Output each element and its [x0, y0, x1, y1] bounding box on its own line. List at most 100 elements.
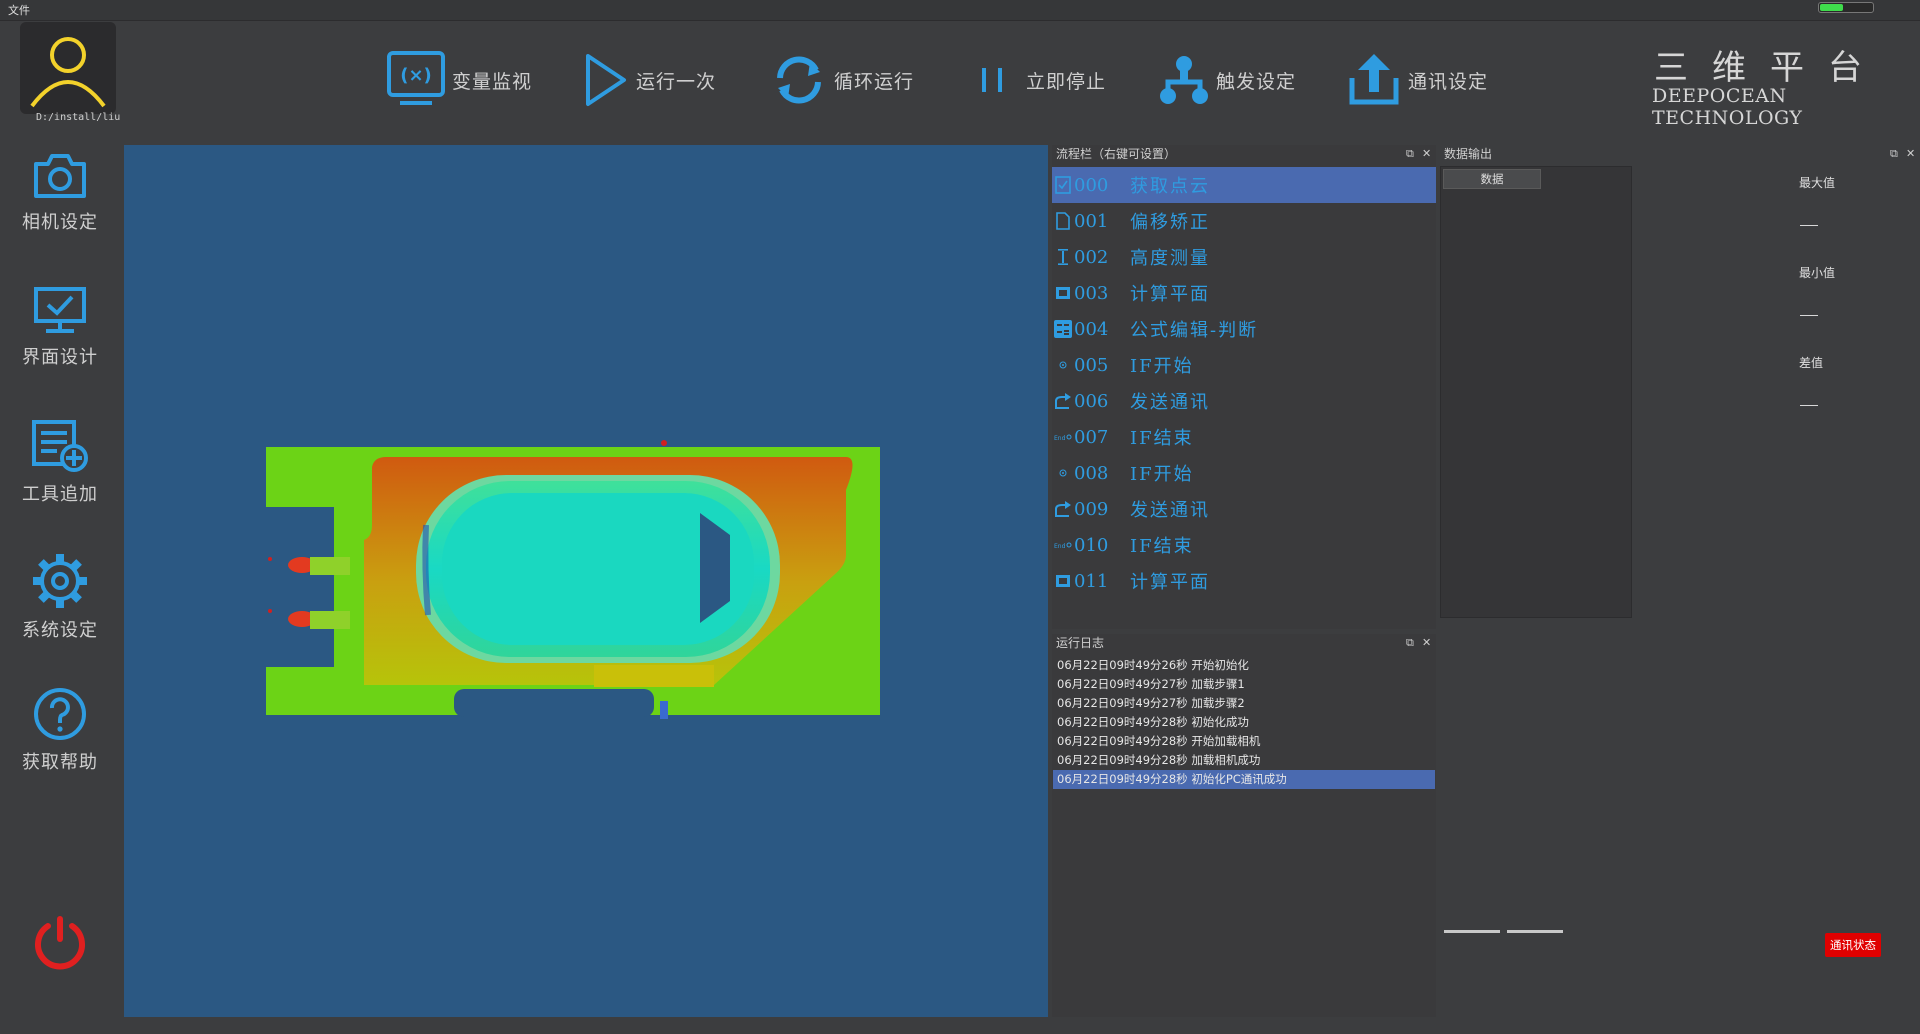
- close-panel-icon[interactable]: ✕: [1422, 145, 1431, 163]
- menu-file[interactable]: 文件: [8, 2, 30, 18]
- flow-item-number: 003: [1074, 282, 1109, 304]
- stop-button[interactable]: 立即停止: [972, 50, 1106, 110]
- log-line[interactable]: 06月22日09时49分26秒 开始初始化: [1053, 656, 1435, 675]
- flow-item-name: 计算平面: [1130, 284, 1210, 305]
- flow-panel-title: 流程栏（右键可设置）: [1056, 147, 1177, 161]
- brand-chinese: 三维平台: [1654, 48, 1886, 88]
- flow-item[interactable]: 000 获取点云: [1052, 167, 1436, 203]
- float-panel-icon[interactable]: ⧉: [1406, 634, 1414, 652]
- indicator-bar: [1507, 930, 1563, 933]
- flow-item[interactable]: 001 偏移矫正: [1052, 203, 1436, 239]
- flow-item-name: 发送通讯: [1130, 500, 1210, 521]
- log-line[interactable]: 06月22日09时49分27秒 加载步骤2: [1053, 694, 1435, 713]
- document-icon: [1054, 210, 1072, 232]
- height-icon: [1054, 246, 1072, 268]
- flow-item[interactable]: 004 公式编辑-判断: [1052, 311, 1436, 347]
- flow-item[interactable]: 008 IF开始: [1052, 455, 1436, 491]
- float-panel-icon[interactable]: ⧉: [1890, 145, 1898, 163]
- flow-item[interactable]: End 010 IF结束: [1052, 527, 1436, 563]
- flow-item-number: 000: [1074, 174, 1109, 196]
- variable-monitor-icon: (×): [387, 51, 445, 105]
- user-avatar-button[interactable]: [20, 22, 116, 114]
- flow-item[interactable]: 011 计算平面: [1052, 563, 1436, 599]
- min-label: 最小值: [1799, 266, 1836, 280]
- comm-settings-button[interactable]: 通讯设定: [1346, 50, 1488, 110]
- log-panel: 运行日志 ⧉ ✕ 06月22日09时49分26秒 开始初始化 06月22日09时4…: [1052, 634, 1436, 1017]
- trigger-settings-label: 触发设定: [1216, 70, 1297, 93]
- flow-item[interactable]: End 007 IF结束: [1052, 419, 1436, 455]
- flow-item-number: 010: [1074, 534, 1109, 556]
- trigger-settings-button[interactable]: 触发设定: [1158, 50, 1296, 110]
- sidebar-item-help[interactable]: 获取帮助: [0, 686, 120, 806]
- monitor-check-icon: [34, 287, 86, 333]
- flow-item-number: 006: [1074, 390, 1109, 412]
- sidebar-label: 界面设计: [22, 347, 98, 368]
- sidebar-label: 相机设定: [22, 212, 98, 233]
- log-line[interactable]: 06月22日09时49分27秒 加载步骤1: [1053, 675, 1435, 694]
- svg-text:(×): (×): [400, 65, 432, 86]
- camera-icon: [34, 154, 86, 198]
- flow-item-name: IF结束: [1130, 536, 1194, 557]
- comm-settings-label: 通讯设定: [1408, 70, 1489, 93]
- log-list: 06月22日09时49分26秒 开始初始化 06月22日09时49分27秒 加载步…: [1053, 656, 1435, 789]
- max-label: 最大值: [1799, 176, 1836, 190]
- log-line[interactable]: 06月22日09时49分28秒 初始化成功: [1053, 713, 1435, 732]
- flow-item[interactable]: 002 高度测量: [1052, 239, 1436, 275]
- run-once-button[interactable]: 运行一次: [582, 50, 716, 110]
- close-panel-icon[interactable]: ✕: [1906, 145, 1915, 163]
- flow-item-number: 011: [1074, 570, 1109, 592]
- user-icon: [30, 37, 106, 108]
- if-start-icon: [1054, 462, 1072, 484]
- sidebar-item-ui-design[interactable]: 界面设计: [0, 285, 120, 405]
- flow-item-name: IF开始: [1130, 464, 1194, 485]
- battery-fill: [1820, 4, 1844, 11]
- data-table[interactable]: 数据: [1440, 166, 1632, 618]
- gear-icon: [33, 554, 87, 608]
- log-line[interactable]: 06月22日09时49分28秒 加载相机成功: [1053, 751, 1435, 770]
- svg-text:End: End: [1054, 543, 1066, 550]
- loop-icon: [777, 56, 821, 104]
- brand-english: DEEPOCEAN TECHNOLOGY: [1652, 85, 1803, 129]
- sidebar-item-add-tool[interactable]: 工具追加: [0, 418, 120, 538]
- upload-icon: [1349, 54, 1399, 105]
- data-column-header[interactable]: 数据: [1443, 169, 1541, 189]
- indicator-bar: [1444, 930, 1500, 933]
- sidebar-item-system-settings[interactable]: 系统设定: [0, 552, 120, 672]
- flow-item[interactable]: 006 发送通讯: [1052, 383, 1436, 419]
- flow-item[interactable]: 003 计算平面: [1052, 275, 1436, 311]
- run-once-label: 运行一次: [636, 70, 717, 93]
- loop-run-button[interactable]: 循环运行: [770, 50, 914, 110]
- svg-text:End: End: [1054, 435, 1066, 442]
- log-line[interactable]: 06月22日09时49分28秒 开始加载相机: [1053, 732, 1435, 751]
- flow-item-number: 005: [1074, 354, 1109, 376]
- flow-item-name: 发送通讯: [1130, 392, 1210, 413]
- sidebar-label: 获取帮助: [22, 752, 98, 773]
- flow-item[interactable]: 009 发送通讯: [1052, 491, 1436, 527]
- float-panel-icon[interactable]: ⧉: [1406, 145, 1414, 163]
- sidebar-label: 工具追加: [22, 484, 98, 505]
- flow-item[interactable]: 005 IF开始: [1052, 347, 1436, 383]
- send-icon: [1054, 498, 1072, 520]
- plane-icon: [1054, 570, 1072, 592]
- flow-item-name: IF开始: [1130, 356, 1194, 377]
- variable-monitor-button[interactable]: (×) 变量监视: [386, 50, 532, 110]
- variable-monitor-label: 变量监视: [452, 70, 533, 93]
- sidebar-item-camera-settings[interactable]: 相机设定: [0, 150, 120, 270]
- point-cloud-viewer[interactable]: [124, 145, 1048, 1017]
- flow-item-number: 009: [1074, 498, 1109, 520]
- point-cloud-render: [266, 440, 880, 719]
- comm-status-badge: 通讯状态: [1825, 933, 1881, 957]
- diff-value: [1800, 405, 1818, 406]
- max-value: [1800, 225, 1818, 226]
- diff-label: 差值: [1799, 356, 1824, 370]
- if-end-icon: End: [1054, 426, 1072, 448]
- plane-icon: [1054, 282, 1072, 304]
- power-button[interactable]: [30, 912, 90, 976]
- flow-item-number: 004: [1074, 318, 1109, 340]
- flow-item-number: 007: [1074, 426, 1109, 448]
- close-panel-icon[interactable]: ✕: [1422, 634, 1431, 652]
- if-start-icon: [1054, 354, 1072, 376]
- loop-run-label: 循环运行: [834, 70, 915, 93]
- min-value: [1800, 315, 1818, 316]
- log-line[interactable]: 06月22日09时49分28秒 初始化PC通讯成功: [1053, 770, 1435, 789]
